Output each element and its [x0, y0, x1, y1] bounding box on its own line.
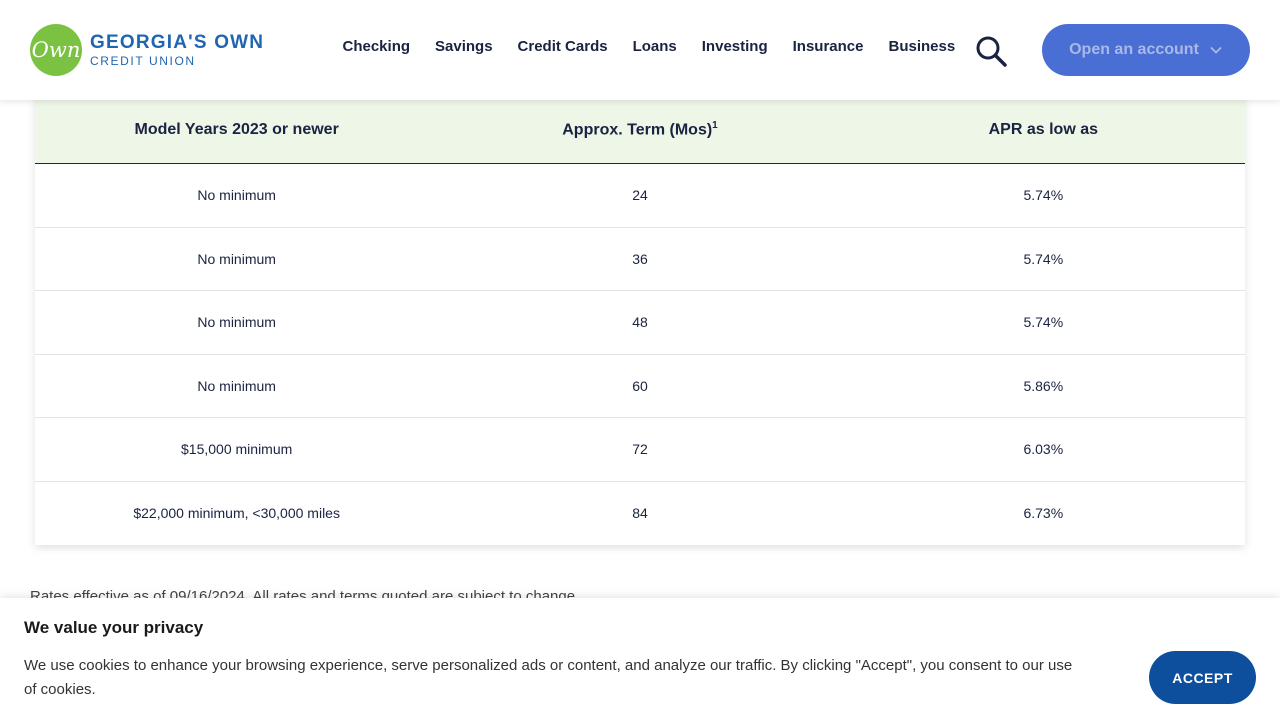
table-row: No minimum 60 5.86% — [35, 355, 1245, 418]
main-nav: Checking Savings Credit Cards Loans Inve… — [330, 38, 968, 55]
cell-model: No minimum — [197, 377, 276, 394]
chevron-down-icon — [1210, 46, 1222, 54]
cell-term: 24 — [632, 187, 648, 204]
cell-term: 84 — [632, 505, 648, 522]
table-row: No minimum 24 5.74% — [35, 164, 1245, 228]
nav-item-insurance[interactable]: Insurance — [793, 38, 864, 55]
table-header-row: Model Years 2023 or newer Approx. Term (… — [35, 96, 1245, 164]
cell-model: $15,000 minimum — [181, 441, 293, 458]
open-account-label: Open an account — [1069, 41, 1199, 58]
cookie-title: We value your privacy — [24, 618, 204, 637]
logo-mark: Own — [30, 24, 82, 76]
cookie-banner: We value your privacy We use cookies to … — [0, 598, 1280, 720]
column-header-model-years: Model Years 2023 or newer — [134, 120, 339, 138]
cookie-text: We use cookies to enhance your browsing … — [24, 657, 1073, 698]
column-header-term: Approx. Term (Mos)1 — [438, 120, 841, 139]
term-footnote-marker: 1 — [712, 119, 718, 131]
table-row: No minimum 48 5.74% — [35, 291, 1245, 355]
cell-apr: 5.74% — [1023, 250, 1064, 267]
table-row: $15,000 minimum 72 6.03% — [35, 418, 1245, 482]
term-header-label: Approx. Term (Mos) — [562, 121, 713, 139]
cell-apr: 5.74% — [1023, 314, 1064, 331]
nav-item-loans[interactable]: Loans — [633, 38, 677, 55]
cell-apr: 6.73% — [1023, 505, 1064, 522]
cell-apr: 5.74% — [1023, 187, 1064, 204]
logo-text: GEORGIA'S OWN CREDIT UNION — [90, 33, 264, 67]
logo-name-line1: GEORGIA'S OWN — [90, 32, 265, 53]
accept-button[interactable]: ACCEPT — [1149, 651, 1256, 704]
cell-model: No minimum — [197, 187, 276, 204]
nav-item-checking[interactable]: Checking — [343, 38, 411, 55]
cell-term: 60 — [632, 377, 648, 394]
nav-item-business[interactable]: Business — [889, 38, 956, 55]
cell-model: $22,000 minimum, <30,000 miles — [133, 505, 340, 522]
cell-apr: 6.03% — [1023, 441, 1064, 458]
nav-item-credit-cards[interactable]: Credit Cards — [518, 38, 608, 55]
site-header: Own GEORGIA'S OWN CREDIT UNION Checking … — [0, 0, 1280, 100]
rate-table: Model Years 2023 or newer Approx. Term (… — [35, 96, 1245, 545]
table-row: $22,000 minimum, <30,000 miles 84 6.73% — [35, 482, 1245, 546]
cell-model: No minimum — [197, 314, 276, 331]
logo[interactable]: Own GEORGIA'S OWN CREDIT UNION — [30, 24, 264, 76]
page: Own GEORGIA'S OWN CREDIT UNION Checking … — [0, 0, 1280, 720]
cell-apr: 5.86% — [1023, 377, 1064, 394]
cell-model: No minimum — [197, 250, 276, 267]
nav-item-savings[interactable]: Savings — [435, 38, 493, 55]
cell-term: 36 — [632, 250, 648, 267]
open-account-button[interactable]: Open an account — [1042, 24, 1250, 76]
nav-item-investing[interactable]: Investing — [702, 38, 768, 55]
table-row: No minimum 36 5.74% — [35, 228, 1245, 291]
column-header-apr: APR as low as — [988, 120, 1098, 138]
search-icon[interactable] — [974, 34, 1008, 68]
cell-term: 72 — [632, 441, 648, 458]
logo-name-line2: CREDIT UNION — [90, 54, 196, 68]
cell-term: 48 — [632, 314, 648, 331]
